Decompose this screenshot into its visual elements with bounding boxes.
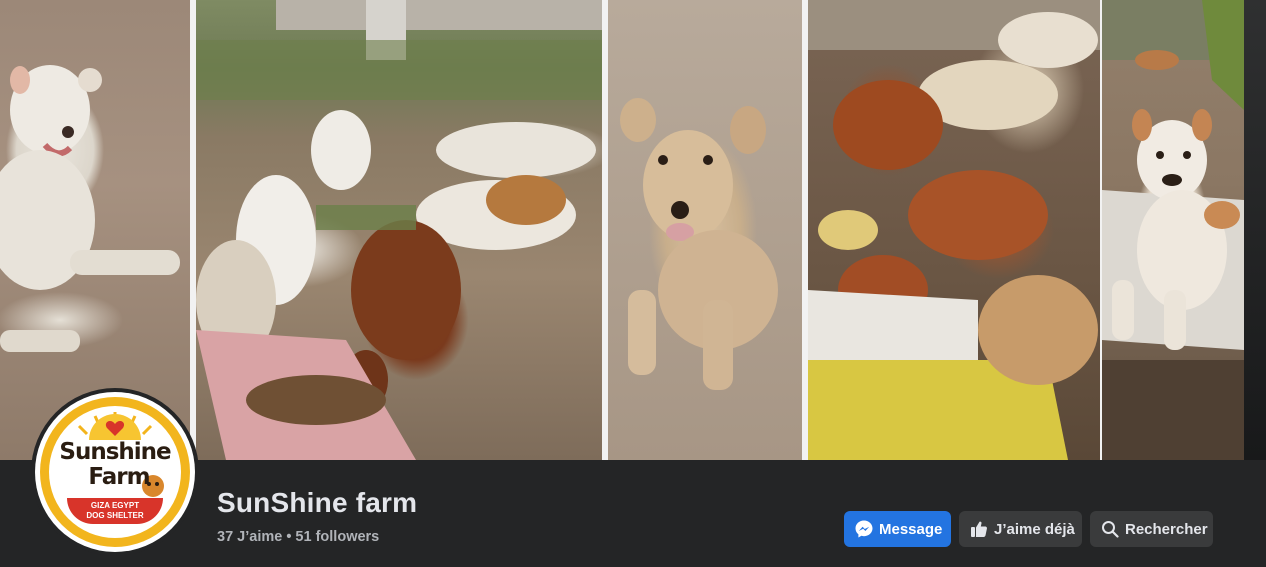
search-button[interactable]: Rechercher [1090, 511, 1213, 547]
logo-banner: GIZA EGYPT DOG SHELTER [67, 498, 163, 524]
cover-edge [1244, 0, 1266, 460]
cover-panel-tan-puppy [608, 0, 802, 460]
cover-panel-dogs-eating-corn [808, 0, 1100, 460]
logo-word-sunshine: Sunshine [59, 439, 171, 465]
dogs-corn-illustration [808, 0, 1100, 460]
avatar: Sunshine Farm GIZA EGYPT DOG SHELTER [35, 392, 195, 552]
page-stats[interactable]: 37 J’aime • 51 followers [217, 529, 379, 545]
dogs-group-illustration [196, 0, 602, 460]
profile-picture[interactable]: Sunshine Farm GIZA EGYPT DOG SHELTER [31, 388, 199, 556]
like-button[interactable]: J’aime déjà [959, 511, 1082, 547]
logo-ring: Sunshine Farm GIZA EGYPT DOG SHELTER [40, 397, 190, 547]
message-button[interactable]: Message [844, 511, 951, 547]
logo-banner-line2: DOG SHELTER [86, 511, 144, 520]
cover-panel-dogs-eating-group [196, 0, 602, 460]
logo-banner-line1: GIZA EGYPT [90, 501, 140, 510]
messenger-icon [854, 519, 874, 539]
slab-dog-illustration [1102, 0, 1244, 460]
like-button-label: J’aime déjà [994, 520, 1075, 538]
search-icon [1100, 519, 1120, 539]
cover-panel-white-brown-dog [1102, 0, 1244, 460]
message-button-label: Message [879, 520, 943, 538]
search-button-label: Rechercher [1125, 520, 1208, 538]
page-title: SunShine farm [217, 487, 418, 518]
puppy-illustration [620, 98, 778, 390]
logo-word-farm: Farm [88, 464, 150, 490]
sunshine-farm-logo: Sunshine Farm GIZA EGYPT DOG SHELTER [49, 406, 181, 538]
cover-photo[interactable] [0, 0, 1244, 460]
thumbs-up-icon [969, 519, 989, 539]
